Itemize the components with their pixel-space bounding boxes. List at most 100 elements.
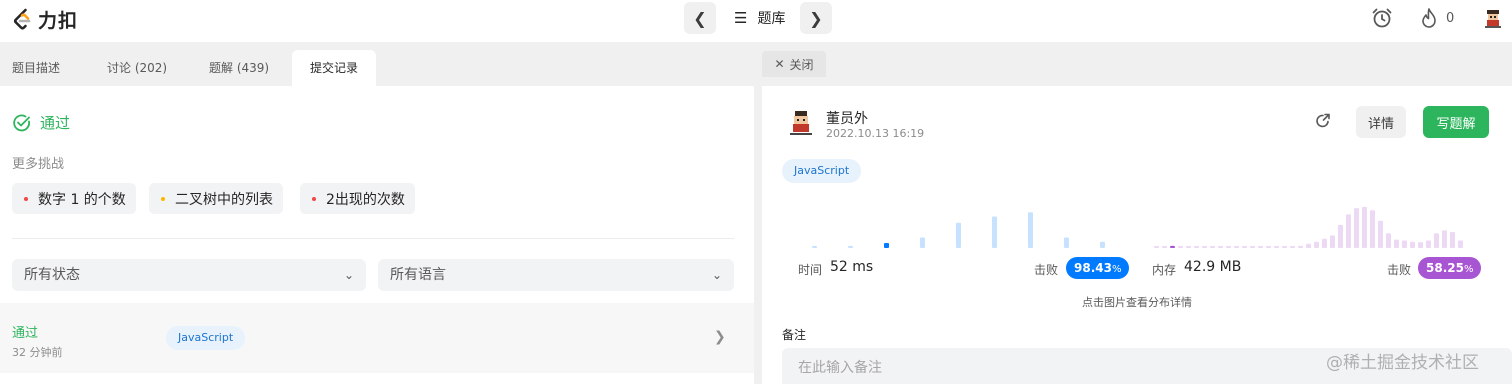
watermark: @稀土掘金技术社区 (1326, 353, 1479, 373)
memory-histogram-bar[interactable] (1362, 206, 1367, 248)
share-icon[interactable] (1314, 112, 1332, 130)
memory-beat-value: 58.25 (1426, 261, 1464, 275)
tab-discussion[interactable]: 讨论 (202) (107, 50, 167, 86)
memory-histogram-bar[interactable] (1298, 245, 1303, 248)
submitter-name[interactable]: 董员外 (826, 108, 868, 128)
runtime-histogram-bar[interactable] (1064, 237, 1069, 249)
memory-histogram-bar[interactable] (1250, 246, 1255, 248)
runtime-histogram-bar[interactable] (1028, 212, 1033, 248)
memory-histogram-bar[interactable] (1306, 243, 1311, 248)
memory-histogram-bar[interactable] (1346, 214, 1351, 248)
runtime-label: 时间 (798, 263, 823, 277)
memory-histogram-bar[interactable] (1378, 220, 1383, 248)
tab-submissions[interactable]: 提交记录 (292, 50, 377, 86)
challenge-label: 2出现的次数 (326, 191, 405, 208)
next-problem-button[interactable]: ❯ (800, 2, 832, 34)
memory-histogram-bar[interactable] (1282, 246, 1287, 248)
memory-value: 42.9 MB (1184, 259, 1242, 275)
memory-histogram-bar[interactable] (1386, 233, 1391, 248)
memory-histogram-bar[interactable] (1218, 246, 1223, 248)
check-circle-icon (13, 114, 30, 131)
memory-histogram-bar[interactable] (1234, 246, 1239, 248)
memory-histogram-bar[interactable] (1274, 246, 1279, 248)
memory-histogram-bar[interactable] (1450, 232, 1455, 248)
memory-histogram-bar[interactable] (1170, 245, 1175, 248)
language-filter-value: 所有语言 (390, 267, 446, 283)
status-filter-select[interactable]: 所有状态 ⌄ (12, 259, 366, 291)
memory-histogram-bar[interactable] (1162, 246, 1167, 248)
memory-distribution-chart[interactable] (1142, 192, 1482, 252)
user-avatar[interactable] (1482, 7, 1504, 29)
memory-histogram-bar[interactable] (1314, 241, 1319, 248)
challenge-chip[interactable]: 数字 1 的个数 (12, 183, 136, 214)
memory-histogram-bar[interactable] (1242, 246, 1247, 248)
chevron-left-icon: ❮ (693, 8, 707, 28)
logo[interactable]: 力扣 (12, 6, 78, 33)
memory-histogram-bar[interactable] (1258, 246, 1263, 248)
runtime-histogram-bar[interactable] (956, 222, 961, 248)
memory-histogram-bar[interactable] (1154, 246, 1159, 248)
memory-histogram-bar[interactable] (1402, 240, 1407, 248)
note-label: 备注 (782, 328, 807, 342)
close-tab[interactable]: ✕ 关闭 (762, 51, 826, 77)
runtime-histogram-bar[interactable] (992, 216, 997, 249)
runtime-histogram-bar[interactable] (812, 245, 817, 248)
challenge-chip[interactable]: 二叉树中的列表 (149, 183, 283, 214)
runtime-histogram-bar[interactable] (920, 237, 925, 249)
memory-histogram-bar[interactable] (1426, 240, 1431, 248)
memory-histogram-bar[interactable] (1266, 246, 1271, 248)
memory-label: 内存 (1152, 263, 1177, 277)
memory-histogram-bar[interactable] (1394, 239, 1399, 248)
tab-description[interactable]: 题目描述 (12, 50, 60, 86)
difficulty-dot (24, 196, 28, 201)
problem-list-button[interactable]: ☰ 题库 (734, 2, 785, 34)
language-filter-select[interactable]: 所有语言 ⌄ (378, 259, 734, 291)
top-bar: 力扣 ❮ ☰ 题库 ❯ 0 (0, 0, 1512, 42)
result-header: 通过 (12, 112, 70, 133)
leetcode-logo-icon (13, 8, 31, 30)
memory-histogram-bar[interactable] (1322, 238, 1327, 248)
detail-button[interactable]: 详情 (1356, 106, 1406, 138)
memory-histogram-bar[interactable] (1202, 246, 1207, 248)
memory-histogram-bar[interactable] (1178, 246, 1183, 248)
runtime-histogram-bar[interactable] (1100, 241, 1105, 248)
close-tab-label: 关闭 (789, 57, 814, 72)
problem-tabs: 题目描述 讨论 (202) 题解 (439) 提交记录 (0, 50, 754, 86)
runtime-beat-unit: % (1111, 264, 1122, 275)
challenge-label: 二叉树中的列表 (175, 191, 273, 208)
streak-counter[interactable]: 0 (1420, 8, 1454, 28)
challenge-chip[interactable]: 2出现的次数 (300, 183, 415, 214)
write-solution-button[interactable]: 写题解 (1423, 106, 1489, 138)
memory-histogram-bar[interactable] (1370, 210, 1375, 248)
memory-histogram-bar[interactable] (1442, 230, 1447, 248)
memory-histogram-bar[interactable] (1186, 246, 1191, 248)
memory-beat-unit: % (1463, 264, 1474, 275)
memory-histogram-bar[interactable] (1354, 208, 1359, 248)
more-challenges-title: 更多挑战 (12, 157, 65, 172)
prev-problem-button[interactable]: ❮ (684, 2, 716, 34)
memory-histogram-bar[interactable] (1434, 233, 1439, 248)
memory-histogram-bar[interactable] (1418, 242, 1423, 248)
runtime-histogram-bar[interactable] (848, 245, 853, 248)
submission-status[interactable]: 通过 (12, 322, 38, 341)
runtime-distribution-chart[interactable] (782, 192, 1122, 252)
memory-histogram-bar[interactable] (1338, 224, 1343, 248)
language-tag: JavaScript (166, 326, 246, 350)
memory-histogram-bar[interactable] (1290, 246, 1295, 248)
memory-histogram-bar[interactable] (1330, 235, 1335, 248)
memory-histogram-bar[interactable] (1226, 246, 1231, 248)
flame-icon (1422, 8, 1436, 28)
tab-solutions[interactable]: 题解 (439) (209, 50, 269, 86)
chevron-right-icon: ❯ (714, 329, 726, 345)
runtime-beat-label: 击败 (1034, 263, 1059, 277)
submission-row[interactable]: 通过 32 分钟前 JavaScript ❯ (0, 303, 754, 373)
challenge-label: 数字 1 的个数 (38, 191, 126, 208)
memory-histogram-bar[interactable] (1194, 246, 1199, 248)
alarm-clock-icon[interactable] (1370, 6, 1394, 30)
memory-histogram-bar[interactable] (1410, 241, 1415, 248)
memory-histogram-bar[interactable] (1210, 246, 1215, 248)
memory-histogram-bar[interactable] (1458, 240, 1463, 248)
runtime-histogram-bar[interactable] (884, 242, 889, 248)
submitter-avatar[interactable] (786, 108, 816, 138)
streak-count: 0 (1446, 10, 1455, 26)
